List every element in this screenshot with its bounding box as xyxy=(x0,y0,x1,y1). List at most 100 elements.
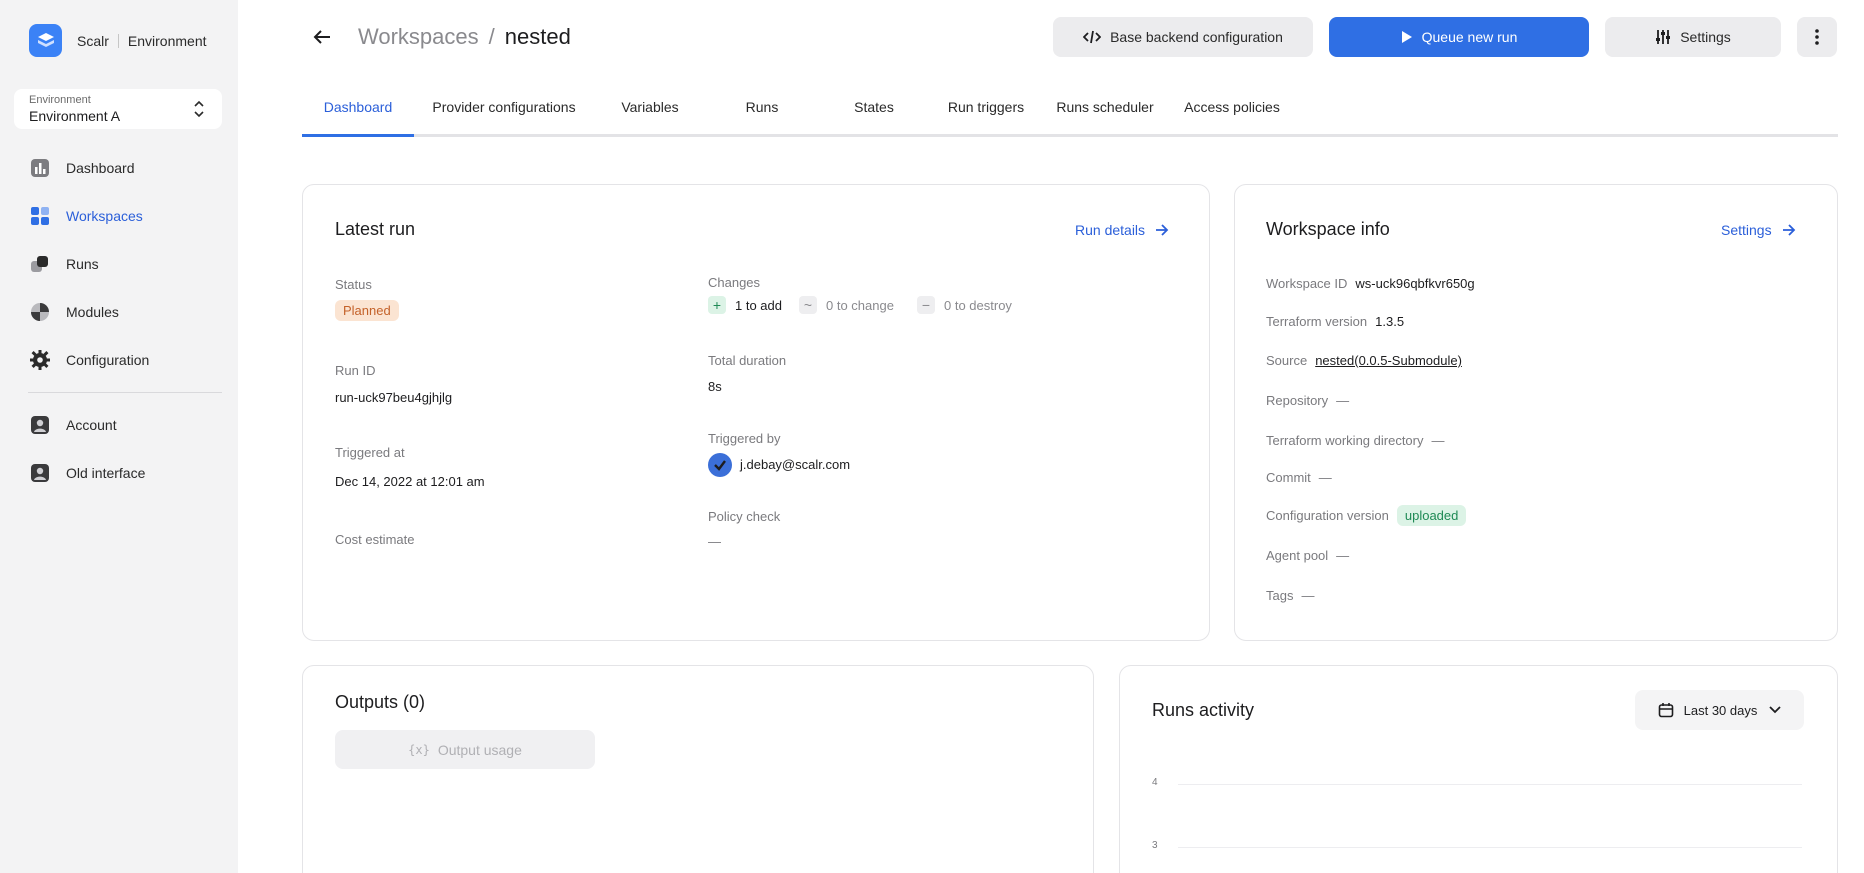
cost-estimate-label: Cost estimate xyxy=(335,532,415,547)
sidebar-item-modules[interactable]: Modules xyxy=(28,300,119,324)
page-title: nested xyxy=(504,24,571,49)
tab-dashboard[interactable]: Dashboard xyxy=(302,99,414,115)
commit-row: Commit — xyxy=(1266,470,1332,485)
workspace-info-title: Workspace info xyxy=(1266,219,1390,239)
sidebar-item-dashboard[interactable]: Dashboard xyxy=(28,156,135,180)
brand-divider xyxy=(117,33,119,48)
repository-value: — xyxy=(1336,393,1350,408)
policy-check-value: — xyxy=(708,534,721,549)
latest-run-title: Latest run xyxy=(335,219,416,239)
commit-label: Commit xyxy=(1266,470,1311,485)
workspace-id-label: Workspace ID xyxy=(1266,276,1348,291)
base-backend-configuration-button[interactable]: Base backend configuration xyxy=(1053,17,1313,57)
sidebar-item-label: Modules xyxy=(66,304,119,320)
active-tab-indicator xyxy=(302,134,414,137)
sidebar-item-account[interactable]: Account xyxy=(28,413,117,437)
run-details-link[interactable]: Run details xyxy=(1075,222,1169,238)
sidebar-item-label: Workspaces xyxy=(66,208,143,224)
arrow-right-icon xyxy=(1155,224,1169,236)
sidebar-item-runs[interactable]: Runs xyxy=(28,252,99,276)
changes-destroy-value: 0 to destroy xyxy=(944,297,1012,313)
variable-icon: {x} xyxy=(408,742,430,757)
environment-selector[interactable]: Environment Environment A xyxy=(14,89,222,129)
brand[interactable]: Scalr Environment xyxy=(29,24,207,57)
working-directory-label: Terraform working directory xyxy=(1266,433,1424,448)
sidebar-item-label: Configuration xyxy=(66,352,150,368)
tab-variables[interactable]: Variables xyxy=(594,99,706,115)
tab-runs-scheduler[interactable]: Runs scheduler xyxy=(1049,99,1161,115)
source-label: Source xyxy=(1266,353,1308,368)
base-backend-configuration-label: Base backend configuration xyxy=(1110,29,1283,45)
changes-change-value: 0 to change xyxy=(826,297,894,313)
run-details-label: Run details xyxy=(1075,222,1146,238)
agent-pool-label: Agent pool xyxy=(1266,548,1329,563)
workspaces-icon xyxy=(28,204,52,228)
workspace-tabs: Dashboard Provider configurations Variab… xyxy=(302,95,1838,137)
y-tick-4: 4 xyxy=(1152,777,1158,788)
workspace-settings-label: Settings xyxy=(1721,222,1772,238)
settings-label: Settings xyxy=(1680,29,1731,45)
dashboard-icon xyxy=(28,156,52,180)
status-badge: Planned xyxy=(335,300,399,321)
run-id-label: Run ID xyxy=(335,363,376,378)
runs-icon xyxy=(28,252,52,276)
tab-runs[interactable]: Runs xyxy=(706,99,818,115)
tab-provider-configurations[interactable]: Provider configurations xyxy=(430,99,578,115)
terraform-version-row: Terraform version 1.3.5 xyxy=(1266,314,1404,329)
settings-button[interactable]: Settings xyxy=(1605,17,1781,57)
old-interface-icon xyxy=(28,461,52,485)
source-row: Source nested(0.0.5-Submodule) xyxy=(1266,353,1462,368)
more-options-button[interactable] xyxy=(1797,17,1837,57)
tab-access-policies[interactable]: Access policies xyxy=(1176,99,1288,115)
avatar xyxy=(708,453,732,477)
changes-add: + 1 to add xyxy=(708,296,782,314)
tab-run-triggers[interactable]: Run triggers xyxy=(930,99,1042,115)
brand-section: Environment xyxy=(127,32,207,49)
total-duration-label: Total duration xyxy=(708,353,787,368)
more-vertical-icon xyxy=(1815,29,1819,45)
sidebar-item-configuration[interactable]: Configuration xyxy=(28,348,149,372)
run-id-value[interactable]: run-uck97beu4gjhjlg xyxy=(335,390,452,405)
back-button[interactable] xyxy=(311,26,333,48)
sidebar-item-old-interface[interactable]: Old interface xyxy=(28,461,145,485)
terraform-version-label: Terraform version xyxy=(1266,314,1368,329)
triggered-at-label: Triggered at xyxy=(335,445,405,460)
output-usage-label: Output usage xyxy=(437,741,522,758)
date-range-selector[interactable]: Last 30 days xyxy=(1635,690,1804,730)
sidebar-item-label: Runs xyxy=(66,256,99,272)
sidebar-item-label: Account xyxy=(66,417,117,433)
source-link[interactable]: nested(0.0.5-Submodule) xyxy=(1315,353,1462,368)
date-range-label: Last 30 days xyxy=(1683,702,1758,718)
tilde-icon: ~ xyxy=(799,296,817,314)
configuration-version-badge: uploaded xyxy=(1396,505,1467,526)
workspace-id-value[interactable]: ws-uck96qbfkvr650g xyxy=(1355,276,1474,291)
working-directory-row: Terraform working directory — xyxy=(1266,433,1445,448)
latest-run-card xyxy=(302,184,1210,641)
workspace-settings-link[interactable]: Settings xyxy=(1721,222,1796,238)
arrow-right-icon xyxy=(1782,224,1796,236)
sidebar-item-label: Dashboard xyxy=(66,160,135,176)
tags-row: Tags — xyxy=(1266,588,1314,603)
sidebar-item-label: Old interface xyxy=(66,465,146,481)
queue-new-run-button[interactable]: Queue new run xyxy=(1329,17,1589,57)
triggered-by-value: j.debay@scalr.com xyxy=(740,457,851,472)
breadcrumb-separator: / xyxy=(488,24,495,49)
chevron-down-icon xyxy=(1769,706,1781,714)
breadcrumb-workspaces[interactable]: Workspaces xyxy=(358,24,479,50)
changes-change: ~ 0 to change xyxy=(799,296,894,314)
sidebar-divider xyxy=(28,392,222,393)
output-usage-button[interactable]: {x} Output usage xyxy=(335,730,595,769)
y-tick-3: 3 xyxy=(1152,840,1158,851)
triggered-by-label: Triggered by xyxy=(708,431,781,446)
account-icon xyxy=(28,413,52,437)
sidebar: Scalr Environment Environment Environmen… xyxy=(0,0,238,873)
scalr-logo-icon xyxy=(29,24,62,57)
tab-states[interactable]: States xyxy=(818,99,930,115)
terraform-version-value: 1.3.5 xyxy=(1375,314,1405,329)
sidebar-item-workspaces[interactable]: Workspaces xyxy=(28,204,143,228)
arrow-left-icon xyxy=(313,30,330,44)
brand-name: Scalr xyxy=(77,32,109,49)
configuration-version-row: Configuration version uploaded xyxy=(1266,505,1467,526)
agent-pool-row: Agent pool — xyxy=(1266,548,1349,563)
policy-check-label: Policy check xyxy=(708,509,781,524)
